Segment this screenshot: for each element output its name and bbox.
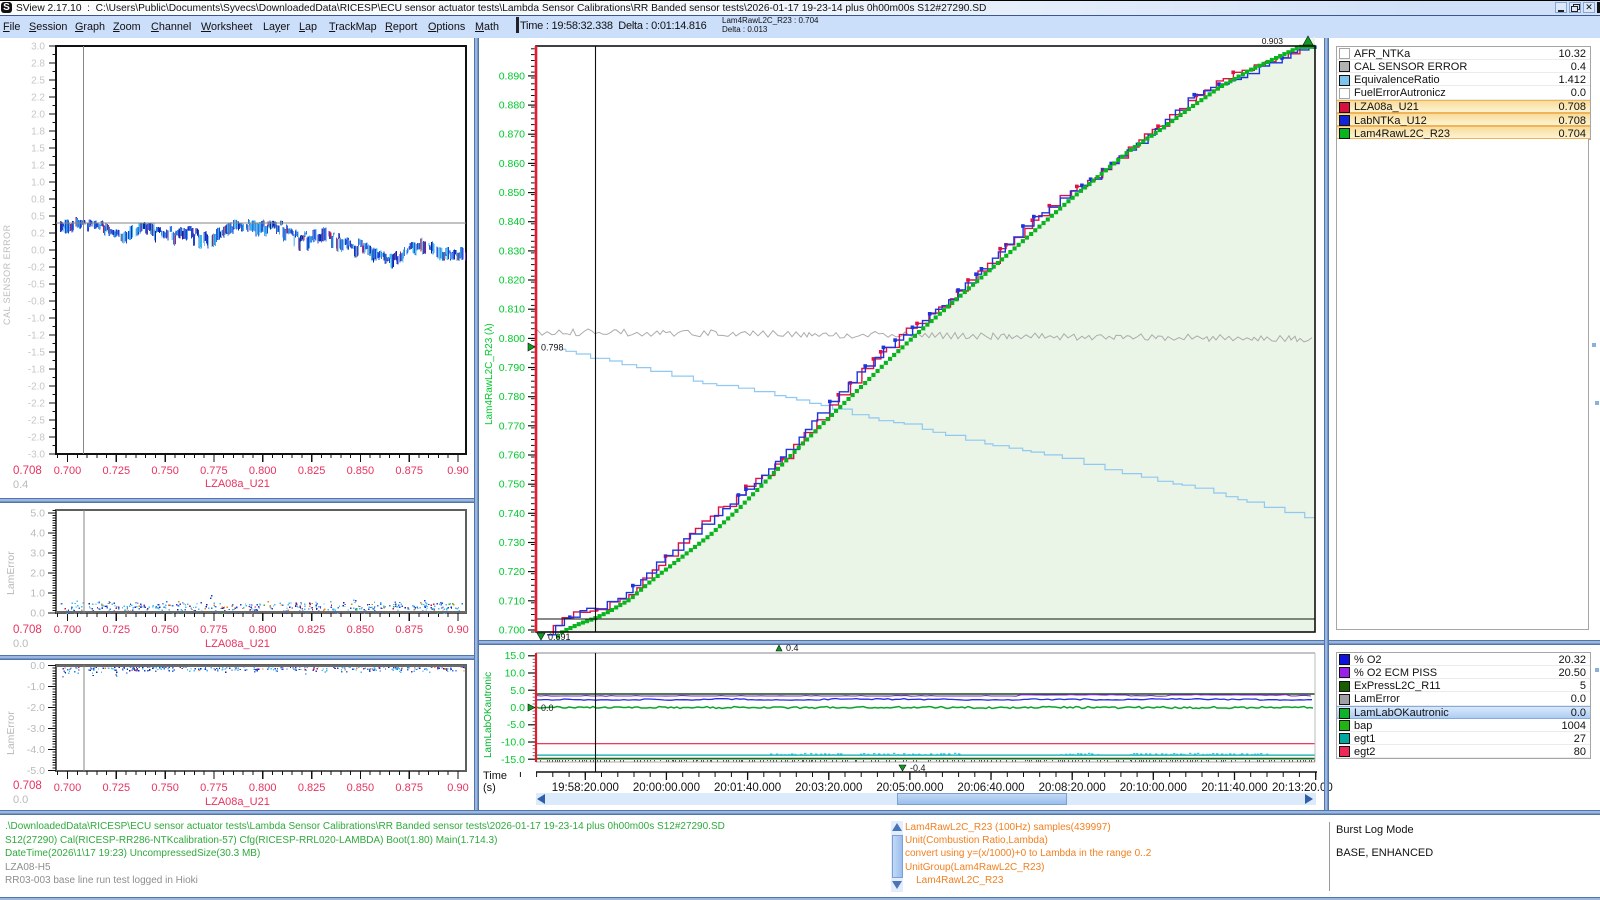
svg-text:0.903: 0.903: [1262, 36, 1284, 46]
svg-text:0.691: 0.691: [548, 632, 571, 642]
svg-text:0.850: 0.850: [499, 187, 525, 199]
svg-text:0.820: 0.820: [499, 275, 525, 287]
svg-text:0.0: 0.0: [510, 702, 525, 714]
svg-text:-5.0: -5.0: [507, 719, 525, 731]
svg-text:0.860: 0.860: [499, 158, 525, 170]
svg-text:15.0: 15.0: [505, 650, 526, 662]
svg-text:0.890: 0.890: [499, 70, 525, 82]
svg-text:0.798: 0.798: [541, 343, 564, 353]
svg-text:0.4: 0.4: [786, 643, 799, 653]
svg-text:0.740: 0.740: [499, 508, 525, 520]
svg-text:0.870: 0.870: [499, 129, 525, 141]
svg-text:0.0: 0.0: [541, 703, 554, 713]
svg-text:0.780: 0.780: [499, 391, 525, 403]
svg-text:0.720: 0.720: [499, 566, 525, 578]
svg-text:0.880: 0.880: [499, 100, 525, 112]
svg-text:0.730: 0.730: [499, 537, 525, 549]
svg-text:0.770: 0.770: [499, 420, 525, 432]
svg-text:0.800: 0.800: [499, 333, 525, 345]
svg-text:0.830: 0.830: [499, 245, 525, 257]
svg-text:5.0: 5.0: [510, 685, 525, 697]
svg-text:0.790: 0.790: [499, 362, 525, 374]
svg-text:-10.0: -10.0: [501, 737, 525, 749]
svg-text:0.810: 0.810: [499, 304, 525, 316]
svg-text:0.840: 0.840: [499, 216, 525, 228]
svg-text:-15.0: -15.0: [501, 754, 525, 766]
svg-text:0.760: 0.760: [499, 450, 525, 462]
svg-text:0.710: 0.710: [499, 595, 525, 607]
svg-text:10.0: 10.0: [505, 668, 526, 680]
svg-text:0.750: 0.750: [499, 479, 525, 491]
svg-text:0.700: 0.700: [499, 625, 525, 637]
